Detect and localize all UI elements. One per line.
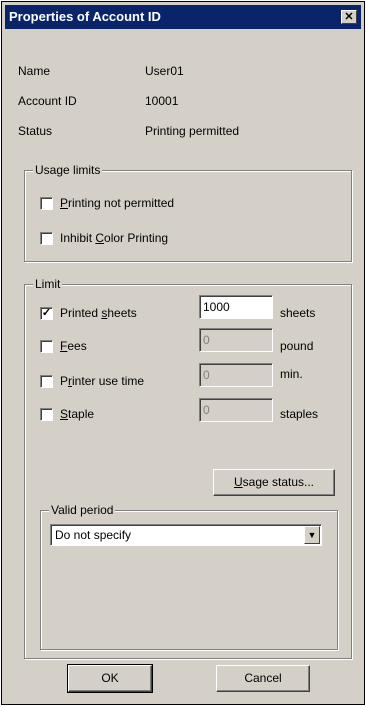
account-id-value: 10001 bbox=[145, 94, 179, 108]
printing-not-permitted-option[interactable]: Printing not permitted bbox=[40, 196, 174, 210]
dialog-title: Properties of Account ID bbox=[9, 9, 161, 24]
printed-sheets-checkbox[interactable]: ✓ bbox=[40, 306, 53, 320]
limit-row-staple[interactable]: Staple bbox=[40, 407, 94, 421]
printing-not-permitted-label: Printing not permitted bbox=[60, 196, 175, 210]
limit-legend: Limit bbox=[33, 277, 63, 291]
valid-period-value: Do not specify bbox=[55, 528, 132, 542]
close-icon[interactable]: ✕ bbox=[341, 10, 357, 24]
valid-period-select[interactable]: Do not specify ▼ bbox=[50, 524, 322, 546]
staple-label: Staple bbox=[60, 407, 95, 421]
valid-period-legend: Valid period bbox=[49, 503, 116, 517]
printer-use-time-unit: min. bbox=[280, 367, 303, 381]
cancel-button[interactable]: Cancel bbox=[216, 665, 310, 692]
status-label: Status bbox=[18, 124, 53, 138]
inhibit-color-checkbox[interactable] bbox=[40, 231, 53, 245]
printer-use-time-label: Printer use time bbox=[60, 374, 145, 388]
fees-checkbox[interactable] bbox=[40, 339, 53, 353]
dropdown-arrow-icon[interactable]: ▼ bbox=[304, 526, 320, 544]
properties-dialog: Properties of Account ID ✕ Name User01 A… bbox=[1, 1, 365, 705]
printed-sheets-unit: sheets bbox=[280, 306, 316, 320]
usage-status-button[interactable]: Usage status... bbox=[213, 469, 335, 496]
inhibit-color-option[interactable]: Inhibit Color Printing bbox=[40, 231, 168, 245]
printing-not-permitted-checkbox[interactable] bbox=[40, 196, 53, 210]
title-bar[interactable]: Properties of Account ID ✕ bbox=[5, 5, 361, 29]
staple-input[interactable]: 0 bbox=[199, 398, 273, 422]
ok-button[interactable]: OK bbox=[67, 664, 153, 693]
inhibit-color-label: Inhibit Color Printing bbox=[60, 231, 169, 245]
status-value: Printing permitted bbox=[145, 124, 240, 138]
limit-row-fees[interactable]: Fees bbox=[40, 339, 87, 353]
printed-sheets-input[interactable]: 1000 bbox=[199, 295, 273, 319]
usage-limits-legend: Usage limits bbox=[33, 163, 103, 177]
printed-sheets-label: Printed sheets bbox=[60, 306, 137, 320]
printer-use-time-input[interactable]: 0 bbox=[199, 363, 273, 387]
name-label: Name bbox=[18, 64, 51, 78]
fees-input[interactable]: 0 bbox=[199, 328, 273, 352]
fees-unit: pound bbox=[280, 339, 314, 353]
name-value: User01 bbox=[145, 64, 184, 78]
usage-limits-group: Usage limits bbox=[24, 163, 352, 262]
limit-row-printer-use-time[interactable]: Printer use time bbox=[40, 374, 144, 388]
account-id-label: Account ID bbox=[18, 94, 77, 108]
printer-use-time-checkbox[interactable] bbox=[40, 374, 53, 388]
staple-checkbox[interactable] bbox=[40, 407, 53, 421]
limit-row-printed-sheets[interactable]: ✓ Printed sheets bbox=[40, 306, 137, 320]
staple-unit: staples bbox=[280, 407, 319, 421]
fees-label: Fees bbox=[60, 339, 87, 353]
